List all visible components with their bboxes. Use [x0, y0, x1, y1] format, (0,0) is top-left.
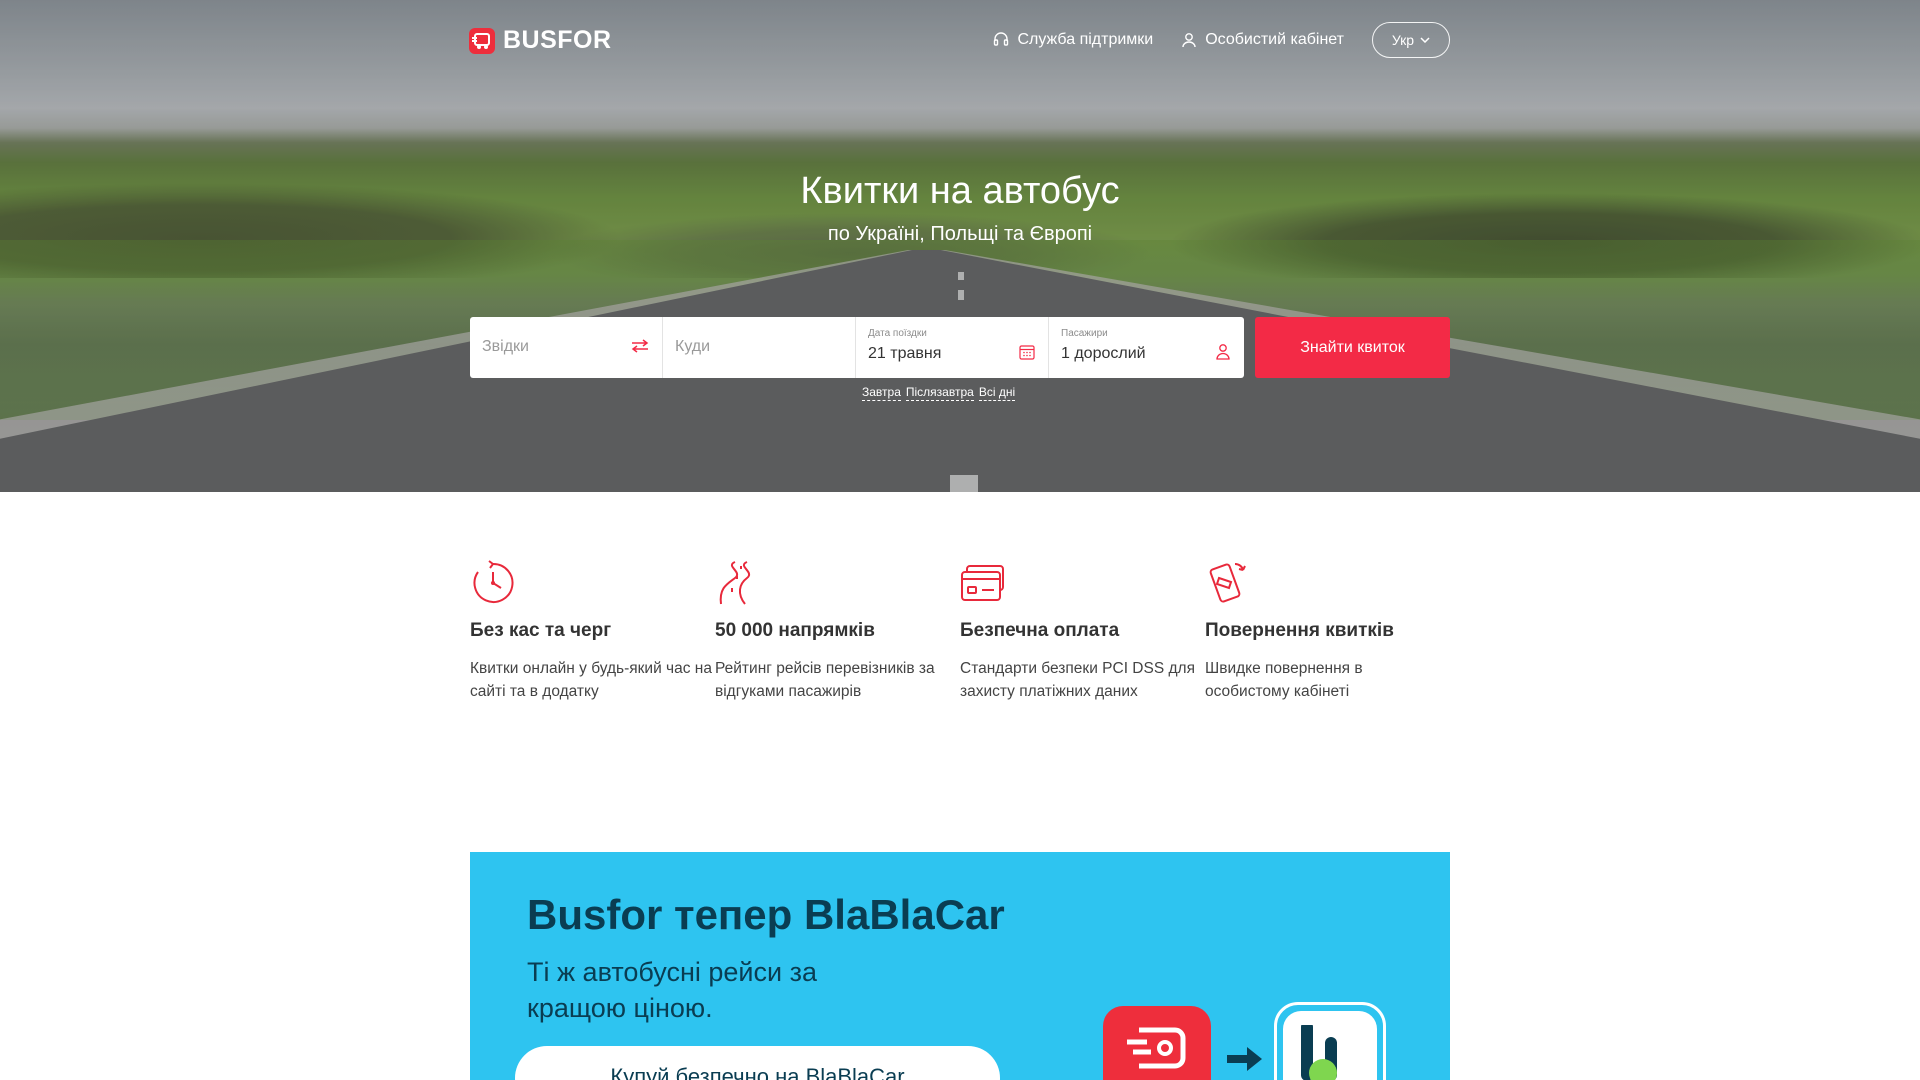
passenger-icon — [1216, 344, 1230, 360]
clock-icon — [473, 560, 514, 603]
busfor-logo[interactable]: BUSFOR — [469, 26, 612, 55]
page-subtitle: по Україні, Польщі та Європі — [827, 223, 1093, 245]
quick-date-tomorrow[interactable]: Завтра — [862, 385, 901, 401]
top-nav: Служба підтримки Особистий кабінет Укр — [993, 22, 1450, 58]
phone-refund-icon — [1209, 563, 1246, 603]
buy-on-blablacar-button[interactable]: Купуй безпечно на BlaBlaCar — [515, 1046, 1000, 1080]
card-icon — [961, 565, 1004, 601]
feature-title: Повернення квитків — [1205, 620, 1394, 641]
feature-title: Без кас та черг — [470, 620, 612, 641]
headset-icon — [994, 32, 1009, 46]
user-icon — [1182, 33, 1196, 48]
from-placeholder: Звідки — [482, 338, 529, 355]
busfor-app-icon — [1103, 1006, 1211, 1080]
feature-item: 50 000 напрямків Рейтинг рейсів перевізн… — [715, 560, 960, 703]
feature-item: Безпечна оплата Стандарти безпеки PCI DS… — [960, 560, 1205, 703]
date-label: Дата поїздки — [868, 328, 927, 339]
find-ticket-button[interactable]: Знайти квиток — [1255, 317, 1450, 378]
support-label: Служба підтримки — [1017, 31, 1154, 48]
to-field[interactable]: Куди — [663, 317, 856, 378]
feature-item: Повернення квитків Швидке повернення в о… — [1205, 560, 1450, 703]
account-link[interactable]: Особистий кабінет — [1181, 31, 1344, 49]
passengers-label: Пасажири — [1061, 328, 1108, 339]
feature-text: Стандарти безпеки PCI DSS для захисту пл… — [960, 660, 1195, 700]
feature-title: 50 000 напрямків — [715, 620, 875, 641]
feature-title: Безпечна оплата — [960, 620, 1120, 641]
blablacar-app-icon — [1274, 1002, 1386, 1080]
blablacar-promo[interactable]: Busfor тепер BlaBlaCar Ті ж автобусні ре… — [470, 852, 1450, 1080]
to-placeholder: Куди — [675, 338, 711, 355]
quick-date-day-after[interactable]: Післязавтра — [905, 385, 974, 401]
quick-dates: Завтра Післязавтра Всі дні — [862, 385, 1016, 401]
language-label: Укр — [1391, 32, 1415, 48]
date-value: 21 травня — [868, 345, 942, 362]
page-title: Квитки на автобус — [800, 170, 1120, 212]
feature-item: Без кас та черг Квитки онлайн у будь-яки… — [470, 560, 715, 703]
features-list: Без кас та черг Квитки онлайн у будь-яки… — [470, 560, 1450, 703]
date-field[interactable]: Дата поїздки 21 травня — [856, 317, 1049, 378]
calendar-icon — [1019, 345, 1035, 360]
promo-subtitle: Ті ж автобусні рейси за кращою ціною. — [527, 957, 817, 1023]
brand-name: BUSFOR — [503, 26, 612, 54]
passengers-field[interactable]: Пасажири 1 дорослий — [1049, 317, 1244, 378]
from-field[interactable]: Звідки — [470, 317, 663, 378]
arrow-right-icon — [1227, 1047, 1262, 1071]
search-form: Звідки Куди Дата поїздки 21 травня Пасаж… — [470, 317, 1244, 378]
swap-icon[interactable] — [631, 339, 649, 353]
hero-banner — [0, 0, 1920, 492]
feature-text: Квитки онлайн у будь-який час на сайті т… — [470, 660, 712, 700]
language-selector[interactable]: Укр — [1372, 22, 1450, 58]
chevron-down-icon — [1420, 37, 1430, 43]
quick-date-all-days[interactable]: Всі дні — [978, 385, 1016, 401]
account-label: Особистий кабінет — [1205, 31, 1344, 48]
support-link[interactable]: Служба підтримки — [993, 31, 1153, 49]
passengers-value: 1 дорослий — [1061, 345, 1146, 362]
route-icon — [719, 561, 750, 605]
bus-logo-icon — [469, 27, 495, 54]
feature-text: Рейтинг рейсів перевізників за відгуками… — [715, 660, 935, 700]
promo-title: Busfor тепер BlaBlaCar — [527, 891, 1005, 938]
hero-shade — [0, 0, 1920, 492]
feature-text: Швидке повернення в особистому кабінеті — [1205, 660, 1363, 700]
